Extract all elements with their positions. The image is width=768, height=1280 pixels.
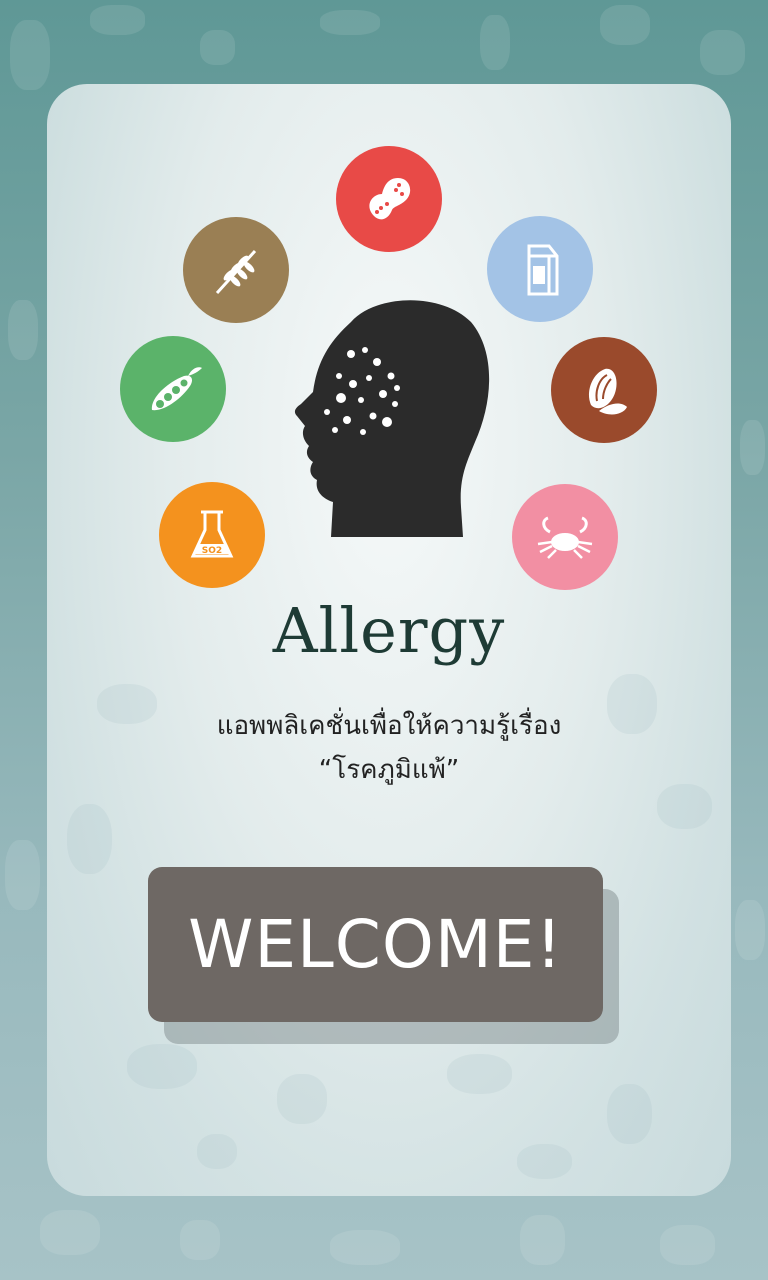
milk-carton-icon [487,216,593,322]
welcome-card: SO2 Allergy แอพพลิเคชั่นเพื่อให้ความรู้เ… [47,84,731,1196]
head-silhouette-icon [294,300,490,537]
subtitle-line-2: “โรคภูมิแพ้” [318,755,460,785]
sunflower-seed-icon [551,337,657,443]
welcome-button[interactable]: WELCOME! [148,867,603,1022]
soybean-icon [120,336,226,442]
so2-label: SO2 [202,546,222,556]
app-title: Allergy [272,594,506,667]
app-subtitle: แอพพลิเคชั่นเพื่อให้ความรู้เรื่อง “โรคภู… [47,704,731,792]
crab-icon [512,484,618,590]
flask-so2-icon: SO2 [159,482,265,588]
peanut-icon [336,146,442,252]
wheat-icon [183,217,289,323]
subtitle-line-1: แอพพลิเคชั่นเพื่อให้ความรู้เรื่อง [216,711,562,741]
